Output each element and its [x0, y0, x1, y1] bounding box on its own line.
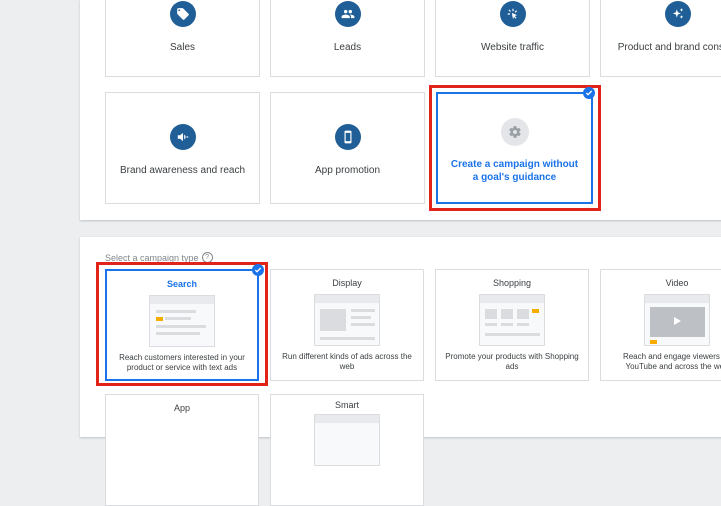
campaign-type-desc: Promote your products with Shopping ads: [445, 352, 579, 371]
goal-card-brand-awareness[interactable]: Brand awareness and reach: [105, 92, 260, 204]
video-illustration: [644, 294, 710, 346]
campaign-type-smart[interactable]: Smart: [270, 394, 424, 506]
goal-card-product-brand-consideration[interactable]: Product and brand conside: [600, 0, 721, 77]
goal-label: Sales: [169, 42, 195, 53]
campaign-type-display[interactable]: Display Run different kinds of ads acros…: [270, 269, 424, 381]
campaign-type-title: Smart: [334, 400, 359, 410]
phone-icon: [334, 124, 361, 150]
campaign-type-title: App: [173, 403, 190, 413]
play-icon: [674, 317, 681, 325]
megaphone-icon: [169, 124, 196, 150]
sparkle-icon: [664, 1, 691, 27]
tag-icon: [169, 1, 196, 27]
goal-card-app-promotion[interactable]: App promotion: [270, 92, 425, 204]
goal-card-leads[interactable]: Leads: [270, 0, 425, 77]
goal-label: Website traffic: [481, 42, 544, 53]
campaign-type-desc: Reach and engage viewers on YouTube and …: [622, 352, 721, 371]
campaign-type-desc: Run different kinds of ads across the we…: [282, 352, 412, 371]
campaign-type-title: Video: [665, 278, 689, 288]
campaign-type-video[interactable]: Video Reach and engage viewers on YouTub…: [600, 269, 721, 381]
checkmark-icon: [252, 264, 264, 276]
highlight-box-search: [96, 262, 268, 386]
highlight-box-goal: [429, 85, 601, 211]
goal-card-sales[interactable]: Sales: [105, 0, 260, 77]
display-illustration: [314, 294, 380, 346]
checkmark-icon: [583, 87, 595, 99]
campaign-type-title: Shopping: [492, 278, 532, 288]
shopping-illustration: [479, 294, 545, 346]
goal-label: Product and brand conside: [617, 42, 721, 53]
section-label-text: Select a campaign type: [105, 252, 199, 263]
people-icon: [334, 1, 361, 27]
goal-card-website-traffic[interactable]: Website traffic: [435, 0, 590, 77]
goal-label: Leads: [333, 42, 362, 53]
campaign-type-title: Display: [332, 278, 362, 288]
goal-label: App promotion: [314, 165, 381, 176]
goal-label: Brand awareness and reach: [119, 165, 246, 176]
campaign-type-app[interactable]: App: [105, 394, 259, 506]
cursor-click-icon: [499, 1, 526, 27]
goal-panel: Sales Leads Website traffic Product and …: [80, 0, 721, 220]
campaign-type-shopping[interactable]: Shopping Promote your products with Shop…: [435, 269, 589, 381]
smart-illustration: [314, 414, 380, 466]
